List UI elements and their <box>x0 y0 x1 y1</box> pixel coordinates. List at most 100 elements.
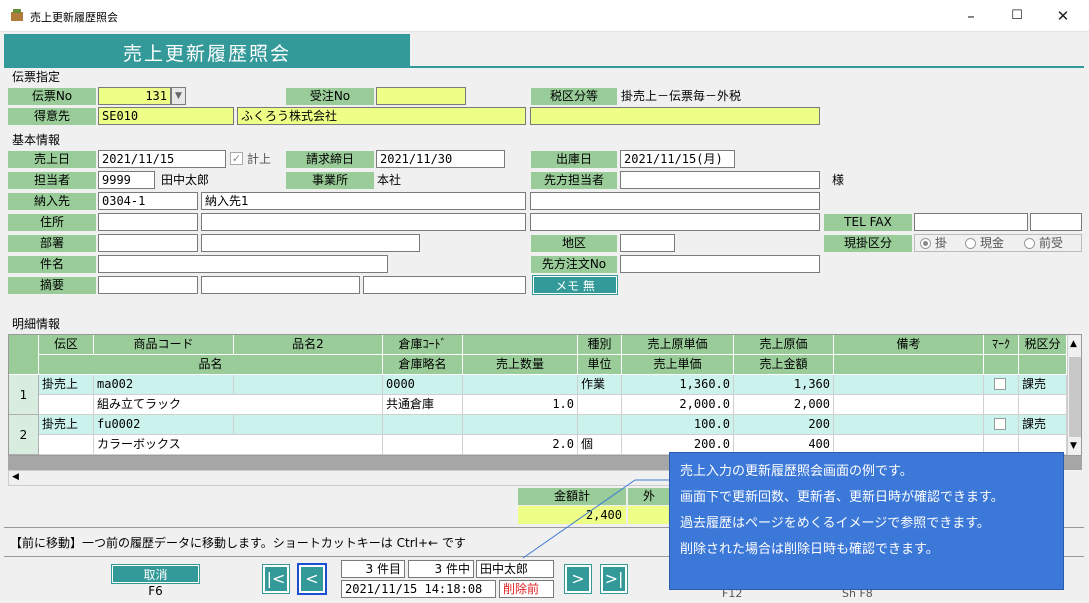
cell-qty[interactable]: 1.0 <box>463 395 578 415</box>
chiku-input[interactable] <box>620 234 675 252</box>
cell-soko-code[interactable] <box>383 415 463 435</box>
tanto-code-input[interactable]: 9999 <box>98 171 155 189</box>
cell-tanka[interactable]: 2,000.0 <box>622 395 734 415</box>
minimize-button[interactable]: – <box>948 0 994 32</box>
nonyu-label: 納入先 <box>8 193 96 210</box>
first-record-button[interactable]: |< <box>262 564 290 594</box>
radio-genkin[interactable] <box>965 238 976 249</box>
shukko-input[interactable]: 2021/11/15(月) <box>620 150 735 168</box>
cell-biko[interactable] <box>834 375 984 395</box>
cell-genka[interactable]: 200 <box>734 415 834 435</box>
radio-maeuke[interactable] <box>1024 238 1035 249</box>
mark-checkbox[interactable] <box>994 378 1006 390</box>
col-denku: 伝区 <box>39 335 94 355</box>
cell-soko-name[interactable]: 共通倉庫 <box>383 395 463 415</box>
tel-input[interactable] <box>914 213 1028 231</box>
cell-code[interactable]: fu0002 <box>94 415 234 435</box>
seikyu-input[interactable]: 2021/11/30 <box>376 150 505 168</box>
page-banner: 売上更新履歴照会 <box>4 34 410 66</box>
cell-hinmei[interactable]: 組み立てラック <box>94 395 383 415</box>
chevron-down-icon[interactable]: ▼ <box>171 87 186 105</box>
cell-gen-tanka[interactable]: 100.0 <box>622 415 734 435</box>
cell-zei[interactable]: 課売 <box>1019 375 1067 395</box>
cell-biko-2[interactable] <box>834 395 984 415</box>
saki-chumon-input[interactable] <box>620 255 820 273</box>
last-record-button[interactable]: >| <box>600 564 628 594</box>
cell-shubetsu[interactable]: 作業 <box>578 375 622 395</box>
cell-empty <box>39 395 94 415</box>
genkake-radio-group: 掛 現金 前受 <box>914 234 1082 252</box>
col-qty: 売上数量 <box>463 355 578 375</box>
busho-input-1[interactable] <box>98 234 198 252</box>
nonyu-name-input[interactable]: 納入先1 <box>201 192 526 210</box>
cancel-button[interactable]: 取消 <box>111 564 200 584</box>
tokuisaki-name-input[interactable]: ふくろう株式会社 <box>237 107 526 125</box>
cell-shubetsu[interactable] <box>578 415 622 435</box>
tokuisaki-code-input[interactable]: SE010 <box>98 107 234 125</box>
cell-denku[interactable]: 掛売上 <box>39 415 94 435</box>
col-soko-code: 倉庫ｺｰﾄﾞ <box>383 335 463 355</box>
cell-soko-name[interactable] <box>383 435 463 455</box>
juchu-no-input[interactable] <box>376 87 466 105</box>
col-genka: 売上原価 <box>734 335 834 355</box>
title-bar: 売上更新履歴照会 – ☐ ✕ <box>0 0 1089 32</box>
col-soko-name: 倉庫略名 <box>383 355 463 375</box>
cell-denku[interactable]: 掛売上 <box>39 375 94 395</box>
saki-tanto-input[interactable] <box>620 171 820 189</box>
nonyu-code-input[interactable]: 0304-1 <box>98 192 198 210</box>
vertical-scrollbar[interactable]: ▲ ▼ <box>1067 335 1081 455</box>
row-number[interactable]: 2 <box>9 415 39 455</box>
tekiyo-input-1[interactable] <box>98 276 198 294</box>
fax-input[interactable] <box>1030 213 1082 231</box>
callout-line-2: 画面下で更新回数、更新者、更新日時が確認できます。 <box>680 490 1004 505</box>
busho-input-2[interactable] <box>201 234 420 252</box>
radio-kake[interactable] <box>920 238 931 249</box>
callout-pointer <box>522 479 670 559</box>
cell-gen-tanka[interactable]: 1,360.0 <box>622 375 734 395</box>
scroll-left-icon[interactable]: ◀ <box>12 472 19 482</box>
cell-hinmei2[interactable] <box>234 375 383 395</box>
mark-checkbox[interactable] <box>994 418 1006 430</box>
cell-code[interactable]: ma002 <box>94 375 234 395</box>
scroll-thumb[interactable] <box>1069 357 1081 437</box>
keijo-checkbox[interactable]: ✓ <box>230 152 243 165</box>
cell-zei[interactable]: 課売 <box>1019 415 1067 435</box>
cell-blank[interactable] <box>463 375 578 395</box>
saki-tanto-label: 先方担当者 <box>531 172 617 189</box>
tokuisaki-label: 得意先 <box>8 108 96 125</box>
tokuisaki-extra-input[interactable] <box>530 107 820 125</box>
tekiyo-input-2[interactable] <box>201 276 360 294</box>
tekiyo-input-3[interactable] <box>363 276 526 294</box>
telfax-label: TEL FAX <box>824 214 912 231</box>
prev-record-button[interactable]: < <box>297 563 327 595</box>
section-detail: 明細情報 <box>12 317 61 331</box>
cell-hinmei[interactable]: カラーボックス <box>94 435 383 455</box>
denpyo-no-input[interactable]: 131 <box>98 87 171 105</box>
cell-genka[interactable]: 1,360 <box>734 375 834 395</box>
next-record-button[interactable]: > <box>564 564 592 594</box>
row-number[interactable]: 1 <box>9 375 39 415</box>
cell-qty[interactable]: 2.0 <box>463 435 578 455</box>
scroll-up-icon[interactable]: ▲ <box>1070 339 1077 349</box>
cell-hinmei2[interactable] <box>234 415 383 435</box>
cell-blank[interactable] <box>463 415 578 435</box>
scroll-down-icon[interactable]: ▼ <box>1070 441 1077 451</box>
cell-kingaku[interactable]: 2,000 <box>734 395 834 415</box>
genkake-label: 現掛区分 <box>824 235 912 252</box>
maximize-button[interactable]: ☐ <box>994 0 1040 32</box>
jusho-input-3[interactable] <box>530 213 820 231</box>
jusho-input-2[interactable] <box>201 213 526 231</box>
col-biko-2 <box>834 355 984 375</box>
cell-biko[interactable] <box>834 415 984 435</box>
uriage-bi-label: 売上日 <box>8 151 96 168</box>
cell-unit[interactable]: 個 <box>578 435 622 455</box>
memo-button[interactable]: メモ 無 <box>532 275 618 295</box>
uriage-bi-input[interactable]: 2021/11/15 <box>98 150 226 168</box>
jusho-input-1[interactable] <box>98 213 198 231</box>
cell-unit[interactable] <box>578 395 622 415</box>
kenmei-input[interactable] <box>98 255 388 273</box>
close-button[interactable]: ✕ <box>1040 0 1086 32</box>
cell-soko-code[interactable]: 0000 <box>383 375 463 395</box>
zei-label: 税区分等 <box>531 88 617 105</box>
nonyu-extra-input[interactable] <box>530 192 820 210</box>
